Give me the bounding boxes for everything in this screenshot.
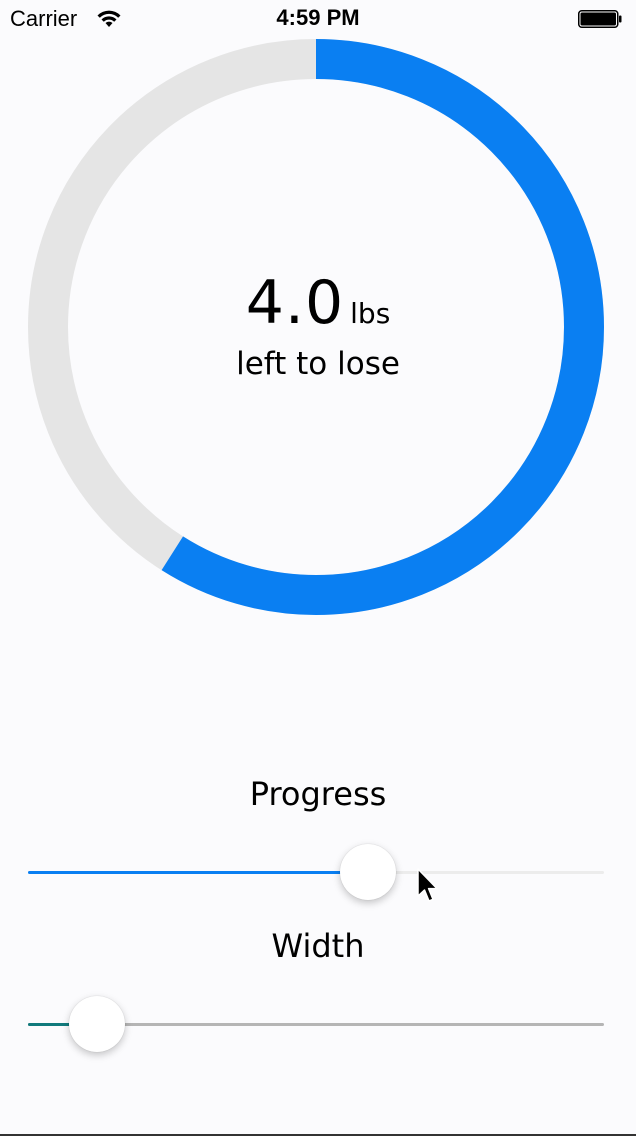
width-slider-thumb[interactable]: [69, 996, 126, 1052]
progress-slider[interactable]: [28, 843, 604, 903]
remaining-value: 4.0: [245, 268, 345, 338]
progress-slider-label: Progress: [249, 775, 387, 813]
remaining-value-row: 4.0 lbs: [0, 268, 636, 338]
width-slider[interactable]: [28, 995, 604, 1055]
remaining-caption: left to lose: [236, 346, 400, 382]
progress-slider-fill: [28, 871, 368, 874]
cursor-icon: [417, 868, 439, 906]
progress-slider-thumb[interactable]: [339, 844, 396, 900]
remaining-unit: lbs: [350, 297, 391, 330]
progress-ring: 4.0 lbs left to lose: [0, 0, 636, 640]
width-slider-label: Width: [271, 927, 365, 965]
